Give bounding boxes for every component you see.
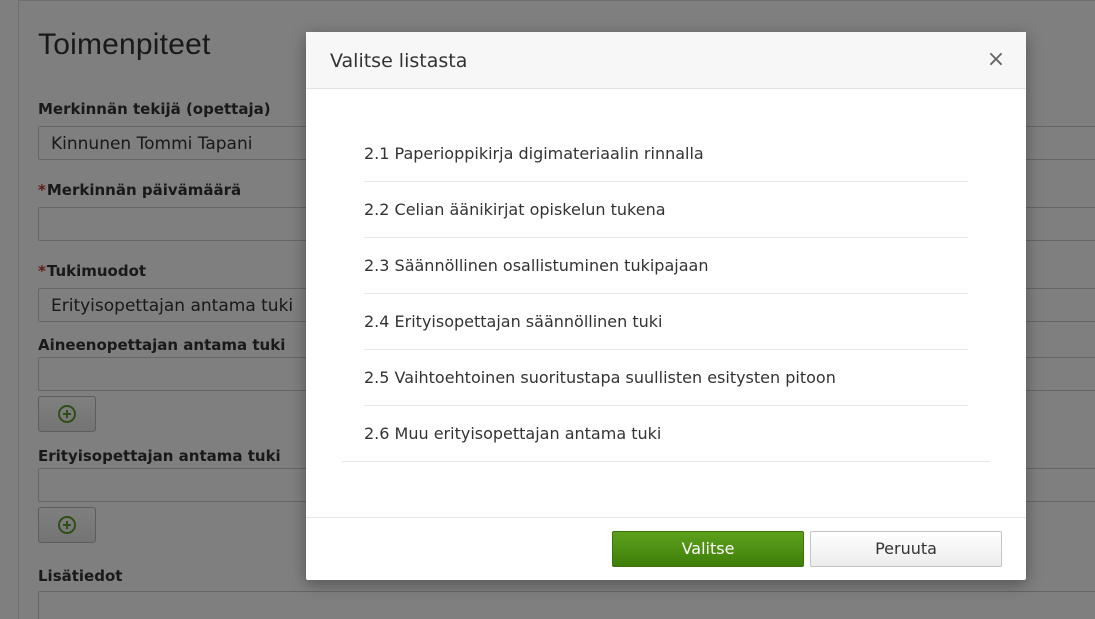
modal-title: Valitse listasta [330,50,468,72]
list-item[interactable]: 2.4 Erityisopettajan säännöllinen tuki [342,294,990,350]
modal-footer: Valitse Peruuta [306,517,1026,580]
list-item[interactable]: 2.5 Vaihtoehtoinen suoritustapa suullist… [342,350,990,406]
select-button[interactable]: Valitse [612,531,804,567]
cancel-button[interactable]: Peruuta [810,531,1002,567]
list-item[interactable]: 2.3 Säännöllinen osallistuminen tukipaja… [342,238,990,294]
close-icon[interactable]: × [986,49,1006,71]
list-item[interactable]: 2.6 Muu erityisopettajan antama tuki [342,406,990,462]
modal-header: Valitse listasta × [306,32,1026,89]
option-list: 2.1 Paperioppikirja digimateriaalin rinn… [342,126,990,462]
list-item[interactable]: 2.2 Celian äänikirjat opiskelun tukena [342,182,990,238]
list-item[interactable]: 2.1 Paperioppikirja digimateriaalin rinn… [342,126,990,182]
select-from-list-dialog: Valitse listasta × 2.1 Paperioppikirja d… [306,32,1026,580]
